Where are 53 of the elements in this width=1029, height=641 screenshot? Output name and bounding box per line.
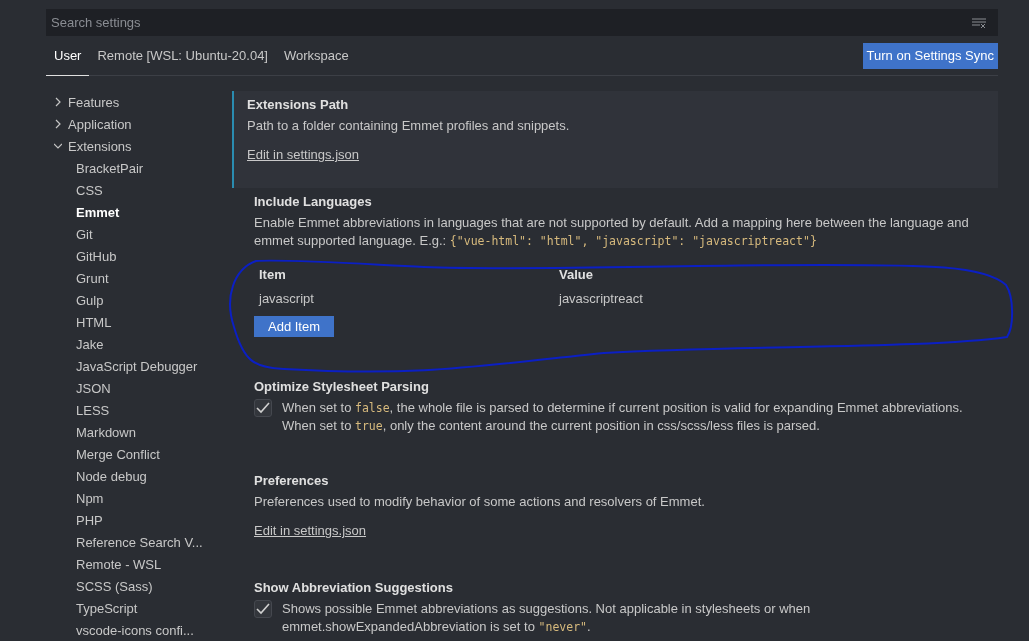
tree-item[interactable]: Extensions (46, 135, 232, 157)
tree-item[interactable]: JSON (46, 377, 232, 399)
tree-item[interactable]: BracketPair (46, 157, 232, 179)
tree-item[interactable]: Npm (46, 487, 232, 509)
add-item-button[interactable]: Add Item (254, 316, 335, 337)
tree-item[interactable]: Markdown (46, 421, 232, 443)
tree-item[interactable]: LESS (46, 399, 232, 421)
settings-tab[interactable]: Remote [WSL: Ubuntu-20.04] (89, 36, 276, 76)
search-field[interactable]: Search settings (46, 9, 998, 36)
tree-item[interactable]: Remote - WSL (46, 553, 232, 575)
tree-item[interactable]: Reference Search V... (46, 531, 232, 553)
table-cell-text: javascript (257, 290, 315, 306)
tree-item[interactable]: Gulp (46, 289, 232, 311)
setting-title: Preferences (254, 473, 330, 488)
setting-title: Extensions Path (247, 97, 350, 112)
tree-item[interactable]: PHP (46, 509, 232, 531)
clear-filter-icon[interactable] (972, 18, 986, 28)
checkbox[interactable] (254, 600, 272, 618)
tree-item[interactable]: JavaScript Debugger (46, 355, 232, 377)
tree-item[interactable]: SCSS (Sass) (46, 575, 232, 597)
tree-item[interactable]: Merge Conflict (46, 443, 232, 465)
edit-in-settings-link[interactable]: Edit in settings.json (254, 523, 366, 538)
tree-item[interactable]: Git (46, 223, 232, 245)
tree-item[interactable]: vscode-icons confi... (46, 619, 232, 641)
column-header: Item (258, 266, 287, 282)
settings-tab[interactable]: Workspace (276, 36, 357, 76)
tree-item[interactable]: TypeScript (46, 597, 232, 619)
checkbox[interactable] (254, 399, 272, 417)
tree-item[interactable]: Application (46, 113, 232, 135)
setting-title: Show Abbreviation Suggestions (254, 580, 454, 595)
tree-item[interactable]: Jake (46, 333, 232, 355)
tree-item[interactable]: CSS (46, 179, 232, 201)
setting-title: Include Languages (254, 194, 373, 209)
setting-description: Shows possible Emmet abbreviations as suggestions. Not applicable in stylesheets or when emmet.showExpandedAbbreviation is set to "never". (282, 600, 812, 636)
chevron-icon (54, 97, 62, 107)
tree-item[interactable]: GitHub (46, 245, 232, 267)
table-cell-text: javascriptreact (557, 290, 644, 306)
edit-in-settings-link[interactable]: Edit in settings.json (247, 147, 359, 162)
settings-sync-button[interactable]: Turn on Settings Sync (862, 42, 998, 69)
chevron-icon (54, 119, 62, 129)
chevron-icon (54, 141, 62, 151)
column-header: Value (558, 266, 594, 282)
setting-description: Path to a folder containing Emmet profiles and snippets. (247, 117, 570, 135)
settings-tab[interactable]: User (46, 36, 90, 76)
tree-item[interactable]: Features (46, 91, 232, 113)
setting-title: Optimize Stylesheet Parsing (254, 379, 430, 394)
setting-description: When set to false, the whole file is parsed to determine if current position is valid for expanding Emmet abbreviations. When set to true, only the content around the current position in css/scss/less files is parsed. (282, 399, 964, 435)
tree-item[interactable]: Emmet (46, 201, 232, 223)
setting-description: Enable Emmet abbreviations in languages that are not supported by default. Add a mapping here between the language and emmet supported language. E.g.: {"vue-html": "html", "javascript": "javascriptreact"} (254, 214, 970, 250)
tree-item[interactable]: Node debug (46, 465, 232, 487)
tree-item[interactable]: Grunt (46, 267, 232, 289)
setting-description: Preferences used to modify behavior of some actions and resolvers of Emmet. (254, 493, 705, 511)
tree-item[interactable]: HTML (46, 311, 232, 333)
